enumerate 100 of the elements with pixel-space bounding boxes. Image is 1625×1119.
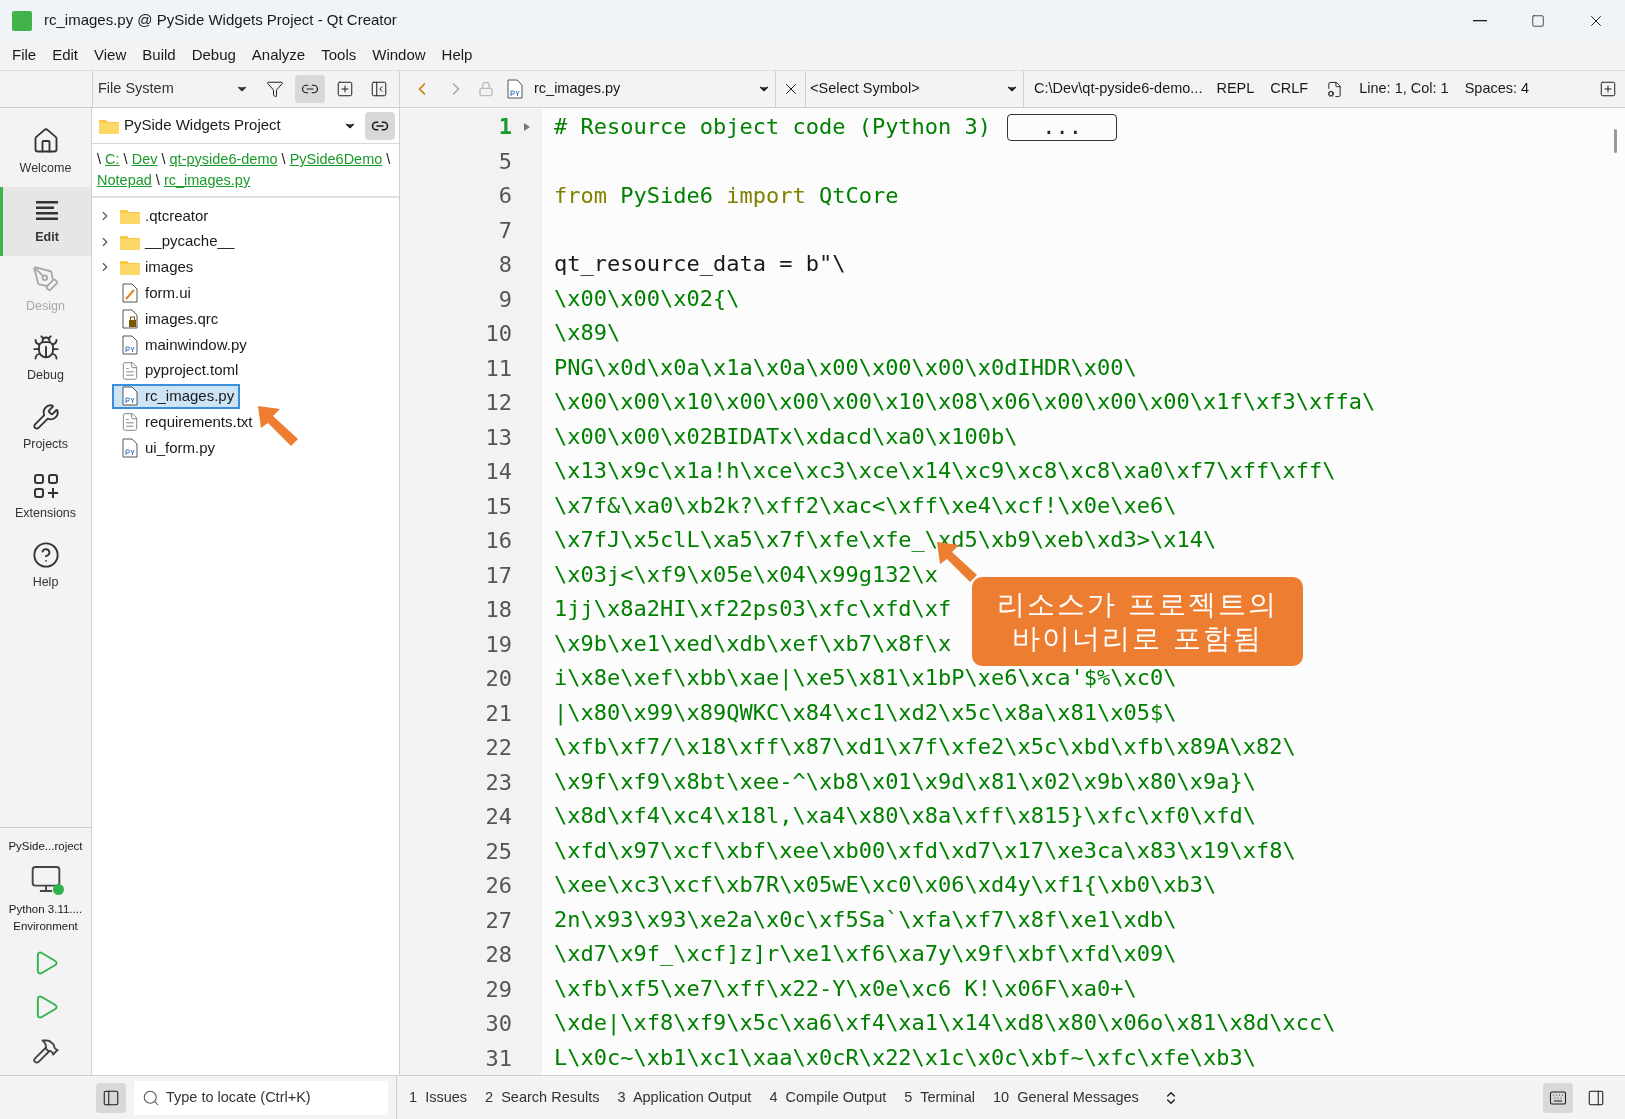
output-pane-button[interactable]: 1 Issues xyxy=(409,1086,468,1109)
mode-button[interactable]: Edit xyxy=(0,187,91,256)
lock-icon xyxy=(478,81,494,97)
line-number: 8 xyxy=(498,251,512,279)
file-dropdown[interactable]: rc_images.py xyxy=(506,71,776,107)
code-line: \x89\ xyxy=(554,319,621,347)
file-settings-icon xyxy=(1326,80,1344,98)
line-ending-button[interactable]: CRLF xyxy=(1270,78,1309,100)
mode-button[interactable]: Projects xyxy=(0,394,91,463)
extensions-icon xyxy=(31,472,60,501)
kit-name: Python 3.11.... Environment xyxy=(8,902,83,934)
project-selector[interactable]: PySide Widgets Project xyxy=(92,108,365,143)
link-button[interactable] xyxy=(295,75,325,103)
path-separator: \ xyxy=(123,151,128,167)
build-button[interactable] xyxy=(31,1037,60,1065)
window-title: rc_images.py @ PySide Widgets Project - Qt Creator xyxy=(44,10,397,31)
kit-selector[interactable] xyxy=(29,863,62,895)
help-icon xyxy=(31,541,60,570)
code-line: \x00\x00\x02BIDATx\xdacd\xa0\x100b\ xyxy=(554,422,1018,451)
menu-item[interactable]: Help xyxy=(433,41,481,70)
locate-field[interactable]: Type to locate (Ctrl+K) xyxy=(134,1080,388,1115)
mode-button[interactable]: Extensions xyxy=(0,463,91,532)
menu-item[interactable]: Tools xyxy=(313,41,365,70)
output-pane-button[interactable]: 5 Terminal xyxy=(904,1086,975,1109)
code-line: PNG\x0d\x0a\x1a\x0a\x00\x00\x00\x0dIHDR\x00\ xyxy=(554,353,1137,382)
mode-button[interactable]: Help xyxy=(0,532,91,601)
cursor-position[interactable]: Line: 1, Col: 1 xyxy=(1359,78,1449,100)
minimize-icon xyxy=(1473,19,1487,22)
line-number: 15 xyxy=(485,492,512,521)
breadcrumb-link[interactable]: Notepad xyxy=(97,172,152,188)
sidebar-icon xyxy=(102,1088,120,1107)
line-number: 23 xyxy=(485,768,512,797)
tree-item[interactable]: requirements.txt xyxy=(92,409,399,436)
breadcrumb-link[interactable]: Dev xyxy=(131,151,158,167)
view-dropdown[interactable]: File System xyxy=(93,71,253,107)
line-number: 27 xyxy=(485,906,512,935)
right-panel-icon xyxy=(1587,1088,1605,1107)
path-separator: \ xyxy=(97,151,102,167)
output-pane-button[interactable]: 2 Search Results xyxy=(485,1086,600,1109)
tree-item[interactable]: ui_form.py xyxy=(92,435,399,461)
tree-item[interactable]: __pycache__ xyxy=(92,228,399,255)
tree-item[interactable]: pyproject.toml xyxy=(92,357,399,384)
code-line: 2n\x93\x93\xe2a\x0c\xf5Sa`\xfa\xf7\x8f\xe1\xdb\ xyxy=(554,905,1177,934)
tree-item[interactable]: form.ui xyxy=(92,280,399,307)
code-line: \x00\x00\x10\x00\x00\x00\x10\x08\x06\x00\x00\x00\x1f\xf3\xffa\ xyxy=(554,388,1376,416)
menu-item[interactable]: Build xyxy=(134,41,184,70)
scrollbar[interactable] xyxy=(1614,129,1617,153)
toggle-right-panel-button[interactable] xyxy=(1587,1088,1605,1107)
line-number: 24 xyxy=(485,803,512,831)
line-number: 19 xyxy=(485,630,512,659)
maximize-icon xyxy=(1531,13,1545,28)
code-line: \x7f&\xa0\xb2k?\xff2\xac<\xff\xe4\xcf!\x0e\xe6\ xyxy=(554,491,1177,520)
add-split-icon xyxy=(1599,80,1617,98)
toggle-sidebar-button[interactable] xyxy=(96,1082,126,1113)
output-pane-button[interactable]: 10 General Messages xyxy=(992,1086,1139,1109)
breadcrumb-link[interactable]: rc_images.py xyxy=(163,172,251,188)
line-number: 30 xyxy=(485,1010,512,1038)
code-line: # Resource object code (Python 3) xyxy=(554,113,992,141)
folder-icon xyxy=(119,258,141,277)
tree-item[interactable]: images.qrc xyxy=(92,306,399,332)
menu-item[interactable]: Edit xyxy=(44,41,87,70)
code-line: \x7fJ\x5clL\xa5\x7f\xfe\xfe_\xd5\xb9\xeb\xd3>\x14\ xyxy=(554,526,1217,554)
link-button[interactable] xyxy=(365,111,395,140)
mode-button[interactable]: Welcome xyxy=(0,118,91,187)
mode-button[interactable]: Debug xyxy=(0,325,91,394)
text-file-icon xyxy=(120,412,140,433)
tree-item[interactable]: images xyxy=(92,254,399,281)
line-number: 26 xyxy=(485,872,512,900)
menu-item[interactable]: Window xyxy=(364,41,434,70)
folded-block[interactable]: ... xyxy=(1007,113,1118,141)
code-line: \x8d\xf4\xc4\x18l,\xa4\x80\x8a\xff\x815}\xfc\xf0\xfd\ xyxy=(554,802,1256,830)
menu-item[interactable]: View xyxy=(86,41,135,70)
menu-item[interactable]: File xyxy=(4,41,45,70)
symbol-dropdown[interactable]: <Select Symbol> xyxy=(806,71,1024,107)
menu-item[interactable]: Analyze xyxy=(243,41,314,70)
python-file-icon xyxy=(506,79,524,99)
path-separator: \ xyxy=(161,151,166,167)
python-file-icon xyxy=(121,334,139,355)
breadcrumb-link[interactable]: PySide6Demo xyxy=(289,151,383,167)
output-pane-button[interactable]: 3 Application Output xyxy=(617,1086,752,1109)
breadcrumb-link[interactable]: qt-pyside6-demo xyxy=(169,151,278,167)
tree-item[interactable]: rc_images.py xyxy=(92,383,399,410)
line-number: 11 xyxy=(485,354,512,383)
split-editor-button[interactable] xyxy=(1599,80,1617,98)
breadcrumb-link[interactable]: C: xyxy=(105,151,120,167)
locate-input[interactable]: Type to locate (Ctrl+K) xyxy=(166,1086,388,1109)
callout-arrow xyxy=(258,406,298,446)
code-line: \xfb\xf5\xe7\xff\x22-Y\x0e\xc6 K!\x06F\xa0+\ xyxy=(554,974,1137,1003)
code-line: \x9b\xe1\xed\xdb\xef\xb7\x8f\x xyxy=(554,629,952,658)
tree-item[interactable]: .qtcreator xyxy=(92,203,399,229)
repl-button[interactable]: REPL xyxy=(1216,78,1255,100)
keyboard-button[interactable] xyxy=(1543,1082,1573,1113)
monitor-icon xyxy=(29,863,62,895)
line-number: 6 xyxy=(498,182,512,210)
line-number: 14 xyxy=(485,458,512,486)
indentation-button[interactable]: Spaces: 4 xyxy=(1464,78,1530,100)
tree-item[interactable]: mainwindow.py xyxy=(92,332,399,358)
line-number: 1 xyxy=(498,113,512,141)
output-pane-button[interactable]: 4 Compile Output xyxy=(769,1086,887,1109)
menu-item[interactable]: Debug xyxy=(183,41,244,70)
